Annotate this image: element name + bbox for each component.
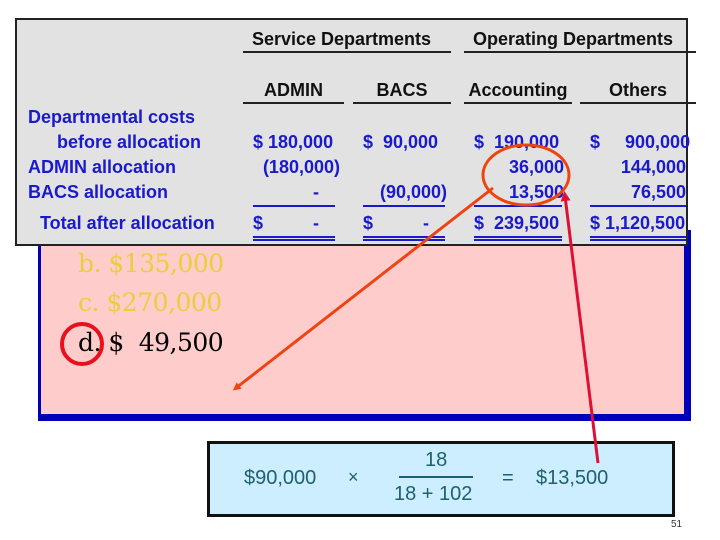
- annotation-overlay: [232, 143, 600, 464]
- arrow-to-answer: [232, 186, 494, 391]
- highlight-ellipse: [481, 143, 571, 207]
- arrow-from-formula: [560, 191, 600, 464]
